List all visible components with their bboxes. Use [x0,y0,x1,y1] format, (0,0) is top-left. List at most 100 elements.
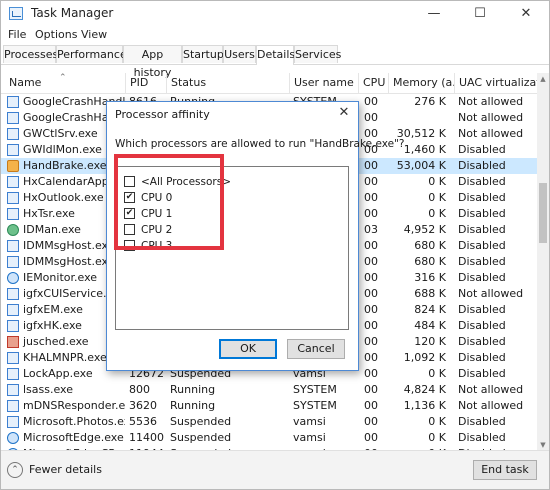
scroll-up-icon[interactable]: ▲ [537,73,549,85]
close-button[interactable]: ✕ [503,1,549,27]
cell-uac: Disabled [458,255,506,268]
cell-uac: Not allowed [458,111,524,124]
table-row[interactable]: mDNSResponder.exe 3620 Running SYSTEM 00 1,13… [1,398,537,414]
cell-cpu: 00 [364,271,378,284]
sort-up-icon: ⌃ [59,73,67,83]
cell-user: SYSTEM [293,399,337,412]
cell-uac: Not allowed [458,95,524,108]
cell-status: Suspended [170,431,232,444]
cell-uac: Not allowed [458,399,524,412]
menu-bar: File Options View [1,27,549,45]
task-manager-icon [9,7,23,20]
cell-mem: 53,004 K [396,159,446,172]
cell-uac: Not allowed [458,383,524,396]
cell-cpu: 00 [364,335,378,348]
dialog-question: Which processors are allowed to run "Han… [115,138,405,150]
cell-mem: 0 K [428,415,446,428]
cell-uac: Not allowed [458,287,524,300]
tab-services[interactable]: Services [294,45,341,63]
cell-cpu: 00 [364,191,378,204]
minimize-button[interactable]: — [411,1,457,27]
table-row[interactable]: lsass.exe 800 Running SYSTEM 00 4,824 K Not al… [1,382,537,398]
cell-mem: 276 K [414,95,446,108]
cell-name: Microsoft.Photos.exe [23,415,125,428]
cell-mem: 1,092 K [403,351,446,364]
cell-mem: 824 K [414,303,446,316]
column-header-pid[interactable]: PID [125,73,166,93]
menu-options[interactable]: Options [35,28,77,41]
cell-pid: 11400 [129,431,164,444]
cell-uac: Disabled [458,239,506,252]
cell-user: vamsi [293,431,326,444]
cell-mem: 316 K [414,271,446,284]
cell-uac: Disabled [458,207,506,220]
cell-mem: 4,952 K [403,223,446,236]
cell-uac: Disabled [458,319,506,332]
menu-view[interactable]: View [81,28,107,41]
tab-processes[interactable]: Processes [3,45,58,63]
tab-performance[interactable]: Performance [56,45,127,63]
cell-cpu: 00 [364,111,378,124]
cell-mem: 0 K [428,191,446,204]
cell-uac: Disabled [458,367,506,380]
cell-mem: 0 K [428,175,446,188]
cell-cpu: 00 [364,287,378,300]
cell-uac: Disabled [458,175,506,188]
cell-mem: 120 K [414,335,446,348]
tab-details[interactable]: Details [256,45,295,65]
tab-startup[interactable]: Startup [182,45,224,63]
cell-uac: Disabled [458,159,506,172]
cell-mem: 1,136 K [403,399,446,412]
cell-cpu: 00 [364,175,378,188]
column-header-user-name[interactable]: User name [289,73,358,93]
cell-uac: Disabled [458,143,506,156]
cancel-button[interactable]: Cancel [287,339,345,359]
cell-uac: Not allowed [458,127,524,140]
cell-name: mDNSResponder.exe [23,399,125,412]
column-header-uac[interactable]: UAC virtualizat... [454,73,537,93]
cell-status: Running [170,399,216,412]
column-header-status[interactable]: Status [166,73,289,93]
cell-cpu: 00 [364,399,378,412]
cell-mem: 680 K [414,255,446,268]
cell-cpu: 00 [364,303,378,316]
dialog-close-button[interactable]: ✕ [332,103,356,123]
tab-app-history[interactable]: App history [123,45,182,79]
cell-uac: Disabled [458,431,506,444]
cell-cpu: 03 [364,223,378,236]
column-header-memory[interactable]: Memory (a... [388,73,454,93]
menu-file[interactable]: File [8,28,26,41]
cell-uac: Disabled [458,335,506,348]
maximize-button[interactable]: ☐ [457,1,503,27]
cell-user: vamsi [293,415,326,428]
cell-mem: 0 K [428,207,446,220]
cell-mem: 4,824 K [403,383,446,396]
cell-status: Running [170,383,216,396]
cell-uac: Disabled [458,271,506,284]
chevron-up-icon: ⌃ [7,462,23,478]
cell-cpu: 00 [364,319,378,332]
highlight-box [114,154,224,250]
scroll-thumb[interactable] [539,183,547,243]
cell-uac: Disabled [458,351,506,364]
window-title: Task Manager [31,6,114,20]
title-bar[interactable]: Task Manager — ☐ ✕ [1,1,549,27]
vertical-scrollbar[interactable]: ▲ ▼ [537,73,549,451]
table-row[interactable]: MicrosoftEdge.exe 11400 Suspended vamsi 00 0 … [1,430,537,446]
cell-name: MicrosoftEdge.exe [23,431,124,444]
dialog-title: Processor affinity [115,108,210,121]
cell-status: Suspended [170,415,232,428]
column-header-cpu[interactable]: CPU [358,73,388,93]
cell-cpu: 00 [364,431,378,444]
cell-cpu: 00 [364,207,378,220]
cell-cpu: 00 [364,95,378,108]
cell-cpu: 00 [364,159,378,172]
cell-mem [388,110,452,126]
ok-button[interactable]: OK [219,339,277,359]
table-row[interactable]: Microsoft.Photos.exe 5536 Suspended vamsi 00… [1,414,537,430]
tab-users[interactable]: Users [223,45,256,63]
column-header-name[interactable]: ⌃ Name [1,73,125,93]
cell-cpu: 00 [364,383,378,396]
end-task-button[interactable]: End task [473,460,537,480]
cell-cpu: 00 [364,351,378,364]
